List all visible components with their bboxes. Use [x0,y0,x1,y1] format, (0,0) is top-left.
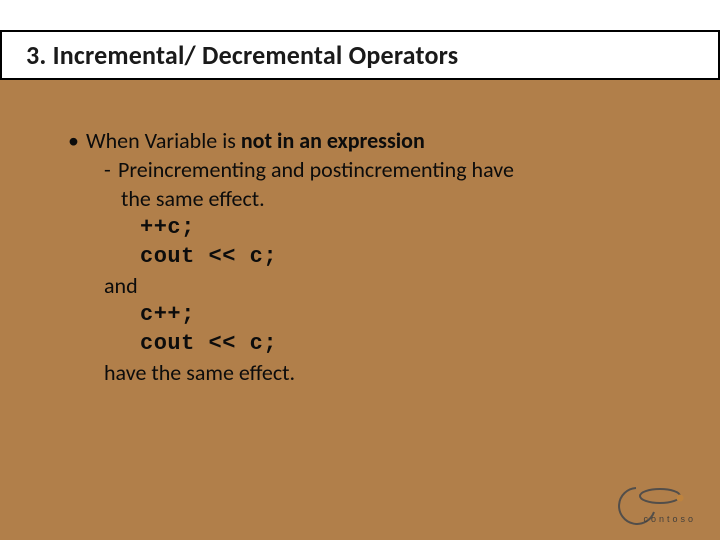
top-margin [0,0,720,30]
title-bar: 3. Incremental/ Decremental Operators [0,30,720,80]
bullet-text: When Variable is not in an expression [86,126,425,155]
sub-bullet: -Preincrementing and postincrementing ha… [104,155,680,184]
closing-line: have the same effect. [104,358,680,387]
sub-line-1: Preincrementing and postincrementing hav… [118,156,514,183]
bullet-bold: not in an expression [241,127,425,154]
slide-content: • When Variable is not in an expression … [68,126,680,387]
bullet-prefix: When Variable is [86,127,241,154]
code-line-3: c++; [140,300,680,329]
dash: - [104,155,118,184]
and-word: and [104,271,680,300]
contoso-logo: contoso [606,482,702,526]
slide-title: 3. Incremental/ Decremental Operators [26,39,458,71]
bullet-dot: • [68,126,86,155]
bullet-item: • When Variable is not in an expression [68,126,680,155]
code-line-2: cout << c; [140,242,680,271]
code-line-1: ++c; [140,213,680,242]
logo-text: contoso [643,514,696,524]
sub-line-2: the same effect. [121,184,680,213]
code-line-4: cout << c; [140,329,680,358]
